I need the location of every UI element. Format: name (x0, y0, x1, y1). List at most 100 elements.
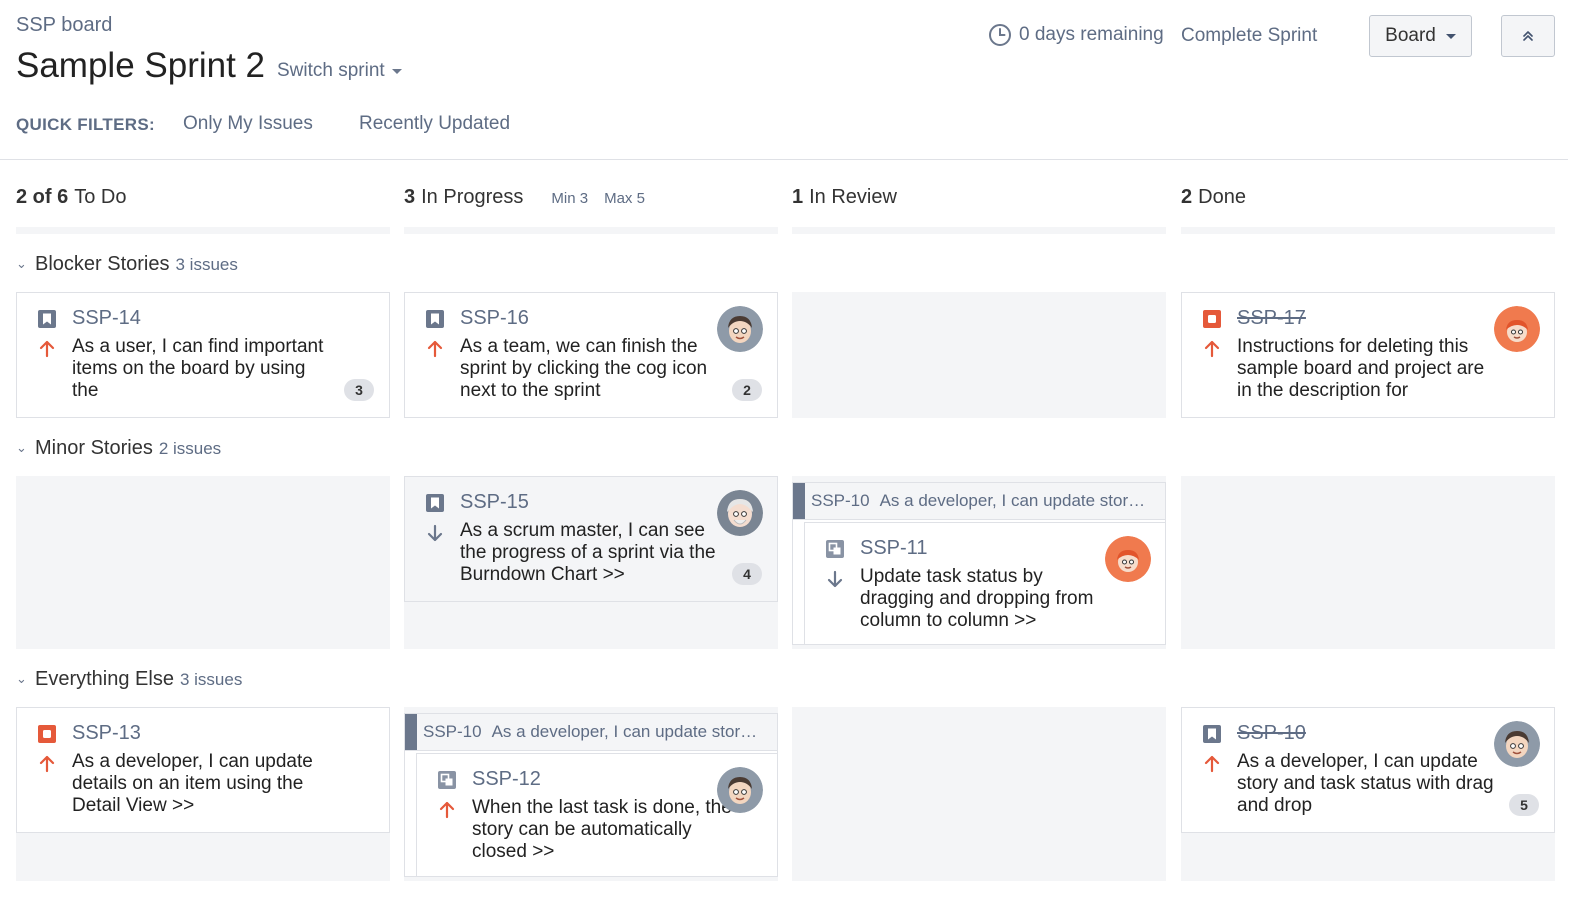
remaining-text: 0 days remaining (1019, 24, 1164, 45)
column-count: 2 (1181, 186, 1193, 208)
estimate-badge: 5 (1509, 794, 1539, 816)
low-priority-icon (826, 570, 844, 588)
issue-summary: As a developer, I can update details on … (72, 751, 313, 816)
issue-summary: As a team, we can finish the sprint by c… (460, 336, 708, 401)
issue-card-ssp-10[interactable]: SSP-10 As a developer, I can update stor… (1181, 707, 1555, 833)
issue-key[interactable]: SSP-16 (460, 307, 529, 330)
parent-issue-key: SSP-10 (423, 722, 482, 741)
bug-icon (37, 724, 57, 744)
low-priority-icon (426, 524, 444, 542)
column-bar (16, 227, 390, 234)
high-priority-icon (438, 801, 456, 819)
column-name: In Progress (421, 186, 524, 208)
assignee-avatar[interactable] (717, 306, 763, 352)
column-count: 3 (404, 186, 416, 208)
column-name: In Review (809, 186, 897, 208)
issue-card-ssp-13[interactable]: SSP-13 As a developer, I can update deta… (16, 707, 390, 833)
swimlane-title: Everything Else (35, 668, 174, 690)
bug-icon (1202, 309, 1222, 329)
column-bar (1181, 227, 1555, 234)
chevron-down-icon (1445, 33, 1456, 39)
board-name[interactable]: SSP board (16, 14, 112, 37)
switch-sprint-dropdown[interactable]: Switch sprint (277, 60, 402, 82)
high-priority-icon (38, 755, 56, 773)
parent-issue-bar[interactable]: SSP-10 As a developer, I can update stor… (793, 483, 1165, 520)
issue-summary: When the last task is done, the story ca… (472, 797, 732, 862)
board-view-button[interactable]: Board (1369, 15, 1472, 57)
issue-key[interactable]: SSP-15 (460, 491, 529, 514)
column-header-in-progress: 3 In Progress Min 3 Max 5 (404, 186, 645, 209)
chevron-down-icon (391, 68, 402, 74)
swimlane-count: 3 issues (179, 670, 243, 689)
issue-key[interactable]: SSP-13 (72, 722, 141, 745)
assignee-avatar[interactable] (717, 767, 763, 813)
issue-card-ssp-17[interactable]: SSP-17 Instructions for deleting this sa… (1181, 292, 1555, 418)
subtask-icon (825, 539, 845, 559)
high-priority-icon (38, 340, 56, 358)
parent-accent (405, 714, 417, 750)
parent-accent (793, 483, 805, 519)
switch-sprint-label: Switch sprint (277, 60, 385, 81)
swimlane-title: Blocker Stories (35, 253, 170, 275)
header-divider (0, 159, 1568, 160)
collapse-header-button[interactable] (1501, 15, 1555, 57)
quick-filter-only-my-issues[interactable]: Only My Issues (183, 113, 313, 135)
column-bar (792, 227, 1166, 234)
issue-key[interactable]: SSP-10 (1237, 722, 1306, 745)
column-name: To Do (74, 186, 127, 208)
assignee-avatar[interactable] (1105, 536, 1151, 582)
story-icon (37, 309, 57, 329)
issue-card-ssp-12[interactable]: SSP-12 When the last task is done, the s… (416, 753, 778, 877)
swimlane-cell (792, 707, 1166, 881)
chevron-down-icon: ⌄ (16, 440, 27, 455)
column-bar (404, 227, 778, 234)
issue-key[interactable]: SSP-17 (1237, 307, 1306, 330)
issue-key[interactable]: SSP-12 (472, 768, 541, 791)
issue-card-ssp-11[interactable]: SSP-11 Update task status by dragging an… (804, 522, 1166, 645)
parent-issue-summary: As a developer, I can update stor… (879, 491, 1146, 510)
column-count: 2 of 6 (16, 186, 69, 208)
story-icon (1202, 724, 1222, 744)
column-min: Min 3 (551, 190, 589, 207)
high-priority-icon (1203, 340, 1221, 358)
complete-sprint-link[interactable]: Complete Sprint (1181, 25, 1317, 47)
issue-key[interactable]: SSP-14 (72, 307, 141, 330)
column-max: Max 5 (604, 190, 645, 207)
issue-summary: As a scrum master, I can see the progres… (460, 520, 716, 585)
column-header-done: 2 Done (1181, 186, 1246, 209)
column-header-in-review: 1 In Review (792, 186, 897, 209)
swimlane-title: Minor Stories (35, 437, 153, 459)
swimlane-header-blocker-stories[interactable]: ⌄ Blocker Stories 3 issues (16, 253, 238, 276)
column-count: 1 (792, 186, 804, 208)
parent-issue-key: SSP-10 (811, 491, 870, 510)
assignee-avatar[interactable] (1494, 721, 1540, 767)
issue-key[interactable]: SSP-11 (860, 537, 927, 560)
quick-filters-label: QUICK FILTERS: (16, 115, 155, 134)
column-name: Done (1198, 186, 1246, 208)
high-priority-icon (1203, 755, 1221, 773)
double-chevron-up-icon (1523, 31, 1533, 41)
swimlane-count: 2 issues (158, 439, 222, 458)
assignee-avatar[interactable] (1494, 306, 1540, 352)
story-icon (425, 309, 445, 329)
quick-filter-recently-updated[interactable]: Recently Updated (359, 113, 510, 135)
column-limits: Min 3 Max 5 (551, 190, 645, 207)
high-priority-icon (426, 340, 444, 358)
clock-icon (989, 24, 1011, 46)
swimlane-cell (1181, 476, 1555, 649)
swimlane-header-everything-else[interactable]: ⌄ Everything Else 3 issues (16, 668, 242, 691)
issue-card-ssp-15[interactable]: SSP-15 As a scrum master, I can see the … (404, 476, 778, 602)
parent-issue-summary: As a developer, I can update stor… (491, 722, 758, 741)
issue-summary: Instructions for deleting this sample bo… (1237, 336, 1485, 401)
swimlane-header-minor-stories[interactable]: ⌄ Minor Stories 2 issues (16, 437, 221, 460)
issue-card-ssp-14[interactable]: SSP-14 As a user, I can find important i… (16, 292, 390, 418)
assignee-avatar[interactable] (717, 490, 763, 536)
estimate-badge: 2 (732, 379, 762, 401)
swimlane-cell (792, 292, 1166, 418)
chevron-down-icon: ⌄ (16, 671, 27, 686)
subtask-icon (437, 770, 457, 790)
sprint-remaining: 0 days remaining (988, 23, 1164, 47)
parent-issue-bar[interactable]: SSP-10 As a developer, I can update stor… (405, 714, 777, 751)
board-view-label: Board (1385, 25, 1436, 46)
issue-card-ssp-16[interactable]: SSP-16 As a team, we can finish the spri… (404, 292, 778, 418)
